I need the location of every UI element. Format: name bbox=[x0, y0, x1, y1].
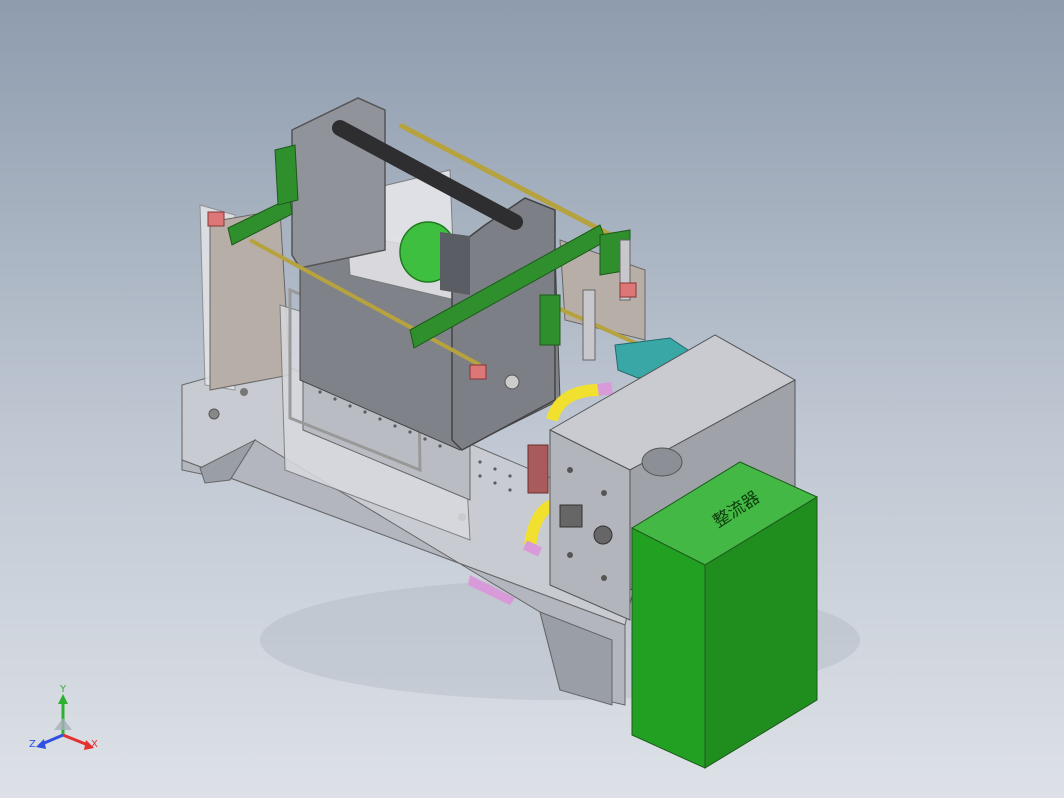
triad-y-label: Y bbox=[60, 684, 67, 695]
triad-center-cone bbox=[54, 718, 72, 730]
z-axis-line bbox=[41, 733, 64, 746]
x-axis-line bbox=[62, 733, 89, 747]
y-axis-arrow bbox=[58, 694, 68, 704]
triad-x-label: X bbox=[91, 739, 98, 750]
cad-viewport[interactable]: 整流器 Y X Z bbox=[0, 0, 1064, 798]
triad-z-label: Z bbox=[29, 739, 36, 750]
view-triad bbox=[36, 694, 94, 750]
z-axis-arrow bbox=[36, 739, 46, 749]
